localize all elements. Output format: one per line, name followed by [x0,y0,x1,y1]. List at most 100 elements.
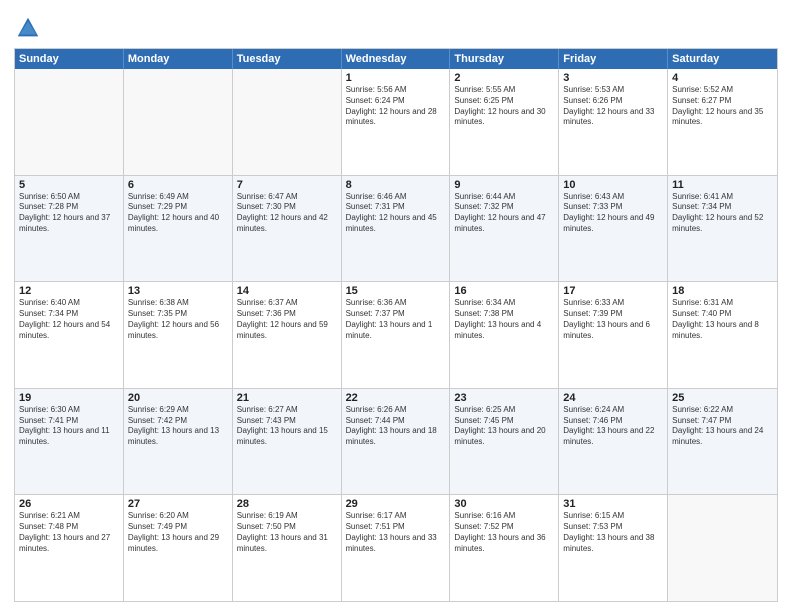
day-number: 27 [128,498,228,510]
day-number: 4 [672,72,773,84]
day-number: 28 [237,498,337,510]
day-number: 3 [563,72,663,84]
calendar-cell: 8Sunrise: 6:46 AM Sunset: 7:31 PM Daylig… [342,176,451,282]
cell-info: Sunrise: 6:49 AM Sunset: 7:29 PM Dayligh… [128,192,228,235]
calendar: SundayMondayTuesdayWednesdayThursdayFrid… [14,48,778,602]
day-number: 2 [454,72,554,84]
cell-info: Sunrise: 6:43 AM Sunset: 7:33 PM Dayligh… [563,192,663,235]
cell-info: Sunrise: 5:53 AM Sunset: 6:26 PM Dayligh… [563,85,663,128]
calendar-cell: 15Sunrise: 6:36 AM Sunset: 7:37 PM Dayli… [342,282,451,388]
calendar-cell [15,69,124,175]
weekday-header: Wednesday [342,49,451,69]
cell-info: Sunrise: 6:27 AM Sunset: 7:43 PM Dayligh… [237,405,337,448]
calendar-cell: 11Sunrise: 6:41 AM Sunset: 7:34 PM Dayli… [668,176,777,282]
day-number: 16 [454,285,554,297]
cell-info: Sunrise: 6:21 AM Sunset: 7:48 PM Dayligh… [19,511,119,554]
day-number: 7 [237,179,337,191]
calendar-cell: 18Sunrise: 6:31 AM Sunset: 7:40 PM Dayli… [668,282,777,388]
header [14,10,778,42]
cell-info: Sunrise: 6:26 AM Sunset: 7:44 PM Dayligh… [346,405,446,448]
calendar-cell: 31Sunrise: 6:15 AM Sunset: 7:53 PM Dayli… [559,495,668,601]
cell-info: Sunrise: 6:44 AM Sunset: 7:32 PM Dayligh… [454,192,554,235]
calendar-cell: 6Sunrise: 6:49 AM Sunset: 7:29 PM Daylig… [124,176,233,282]
calendar-cell: 29Sunrise: 6:17 AM Sunset: 7:51 PM Dayli… [342,495,451,601]
calendar-cell: 3Sunrise: 5:53 AM Sunset: 6:26 PM Daylig… [559,69,668,175]
cell-info: Sunrise: 5:55 AM Sunset: 6:25 PM Dayligh… [454,85,554,128]
day-number: 22 [346,392,446,404]
calendar-cell: 30Sunrise: 6:16 AM Sunset: 7:52 PM Dayli… [450,495,559,601]
cell-info: Sunrise: 6:41 AM Sunset: 7:34 PM Dayligh… [672,192,773,235]
cell-info: Sunrise: 6:16 AM Sunset: 7:52 PM Dayligh… [454,511,554,554]
calendar-cell: 22Sunrise: 6:26 AM Sunset: 7:44 PM Dayli… [342,389,451,495]
calendar-cell: 9Sunrise: 6:44 AM Sunset: 7:32 PM Daylig… [450,176,559,282]
calendar-cell: 25Sunrise: 6:22 AM Sunset: 7:47 PM Dayli… [668,389,777,495]
weekday-header: Monday [124,49,233,69]
day-number: 12 [19,285,119,297]
calendar-cell: 5Sunrise: 6:50 AM Sunset: 7:28 PM Daylig… [15,176,124,282]
day-number: 21 [237,392,337,404]
day-number: 5 [19,179,119,191]
calendar-cell [124,69,233,175]
calendar-row: 26Sunrise: 6:21 AM Sunset: 7:48 PM Dayli… [15,494,777,601]
cell-info: Sunrise: 6:30 AM Sunset: 7:41 PM Dayligh… [19,405,119,448]
weekday-header: Tuesday [233,49,342,69]
calendar-cell: 7Sunrise: 6:47 AM Sunset: 7:30 PM Daylig… [233,176,342,282]
day-number: 23 [454,392,554,404]
day-number: 24 [563,392,663,404]
cell-info: Sunrise: 5:56 AM Sunset: 6:24 PM Dayligh… [346,85,446,128]
weekday-header: Thursday [450,49,559,69]
cell-info: Sunrise: 6:25 AM Sunset: 7:45 PM Dayligh… [454,405,554,448]
day-number: 25 [672,392,773,404]
cell-info: Sunrise: 6:15 AM Sunset: 7:53 PM Dayligh… [563,511,663,554]
cell-info: Sunrise: 5:52 AM Sunset: 6:27 PM Dayligh… [672,85,773,128]
day-number: 11 [672,179,773,191]
calendar-cell: 1Sunrise: 5:56 AM Sunset: 6:24 PM Daylig… [342,69,451,175]
day-number: 30 [454,498,554,510]
cell-info: Sunrise: 6:36 AM Sunset: 7:37 PM Dayligh… [346,298,446,341]
day-number: 10 [563,179,663,191]
cell-info: Sunrise: 6:50 AM Sunset: 7:28 PM Dayligh… [19,192,119,235]
calendar-cell: 28Sunrise: 6:19 AM Sunset: 7:50 PM Dayli… [233,495,342,601]
day-number: 8 [346,179,446,191]
cell-info: Sunrise: 6:34 AM Sunset: 7:38 PM Dayligh… [454,298,554,341]
day-number: 31 [563,498,663,510]
cell-info: Sunrise: 6:22 AM Sunset: 7:47 PM Dayligh… [672,405,773,448]
calendar-cell: 13Sunrise: 6:38 AM Sunset: 7:35 PM Dayli… [124,282,233,388]
page: SundayMondayTuesdayWednesdayThursdayFrid… [0,0,792,612]
cell-info: Sunrise: 6:20 AM Sunset: 7:49 PM Dayligh… [128,511,228,554]
calendar-cell: 4Sunrise: 5:52 AM Sunset: 6:27 PM Daylig… [668,69,777,175]
weekday-header: Sunday [15,49,124,69]
day-number: 14 [237,285,337,297]
day-number: 18 [672,285,773,297]
cell-info: Sunrise: 6:19 AM Sunset: 7:50 PM Dayligh… [237,511,337,554]
cell-info: Sunrise: 6:46 AM Sunset: 7:31 PM Dayligh… [346,192,446,235]
calendar-cell: 12Sunrise: 6:40 AM Sunset: 7:34 PM Dayli… [15,282,124,388]
day-number: 6 [128,179,228,191]
logo [14,14,46,42]
calendar-cell [668,495,777,601]
cell-info: Sunrise: 6:38 AM Sunset: 7:35 PM Dayligh… [128,298,228,341]
day-number: 29 [346,498,446,510]
weekday-header: Saturday [668,49,777,69]
cell-info: Sunrise: 6:29 AM Sunset: 7:42 PM Dayligh… [128,405,228,448]
calendar-cell: 16Sunrise: 6:34 AM Sunset: 7:38 PM Dayli… [450,282,559,388]
calendar-row: 12Sunrise: 6:40 AM Sunset: 7:34 PM Dayli… [15,281,777,388]
cell-info: Sunrise: 6:37 AM Sunset: 7:36 PM Dayligh… [237,298,337,341]
day-number: 15 [346,285,446,297]
calendar-cell: 2Sunrise: 5:55 AM Sunset: 6:25 PM Daylig… [450,69,559,175]
day-number: 9 [454,179,554,191]
day-number: 1 [346,72,446,84]
cell-info: Sunrise: 6:47 AM Sunset: 7:30 PM Dayligh… [237,192,337,235]
day-number: 19 [19,392,119,404]
calendar-row: 5Sunrise: 6:50 AM Sunset: 7:28 PM Daylig… [15,175,777,282]
calendar-cell: 20Sunrise: 6:29 AM Sunset: 7:42 PM Dayli… [124,389,233,495]
calendar-cell: 14Sunrise: 6:37 AM Sunset: 7:36 PM Dayli… [233,282,342,388]
weekday-header: Friday [559,49,668,69]
calendar-cell: 26Sunrise: 6:21 AM Sunset: 7:48 PM Dayli… [15,495,124,601]
day-number: 17 [563,285,663,297]
calendar-cell: 10Sunrise: 6:43 AM Sunset: 7:33 PM Dayli… [559,176,668,282]
calendar-cell: 23Sunrise: 6:25 AM Sunset: 7:45 PM Dayli… [450,389,559,495]
calendar-cell: 27Sunrise: 6:20 AM Sunset: 7:49 PM Dayli… [124,495,233,601]
cell-info: Sunrise: 6:33 AM Sunset: 7:39 PM Dayligh… [563,298,663,341]
calendar-header: SundayMondayTuesdayWednesdayThursdayFrid… [15,49,777,69]
